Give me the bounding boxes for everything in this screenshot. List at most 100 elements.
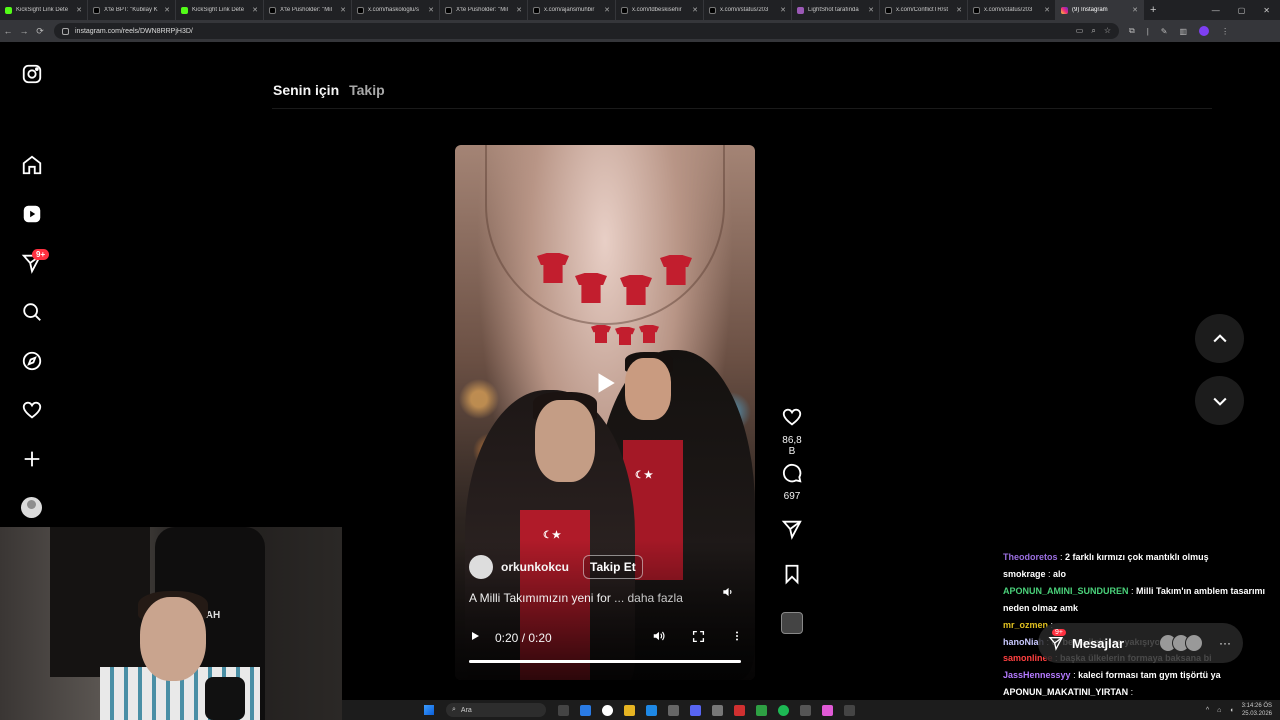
close-tab-icon[interactable]: ✕ <box>76 6 82 14</box>
progress-bar[interactable] <box>469 660 741 663</box>
browser-tab[interactable]: x.com/i/status/203 ✕ <box>704 0 792 20</box>
instagram-logo-icon[interactable] <box>20 62 44 86</box>
more-options-icon[interactable] <box>731 629 743 646</box>
extensions-icon[interactable]: ⧉ <box>1129 26 1135 36</box>
fullscreen-icon[interactable] <box>692 630 705 646</box>
chevron-up-icon[interactable]: ^ <box>1206 707 1209 714</box>
app-icon[interactable] <box>602 704 613 716</box>
zoom-icon[interactable]: ⌕ <box>1091 26 1095 36</box>
create-plus-icon[interactable] <box>20 447 44 471</box>
previous-reel-button[interactable] <box>1195 314 1244 363</box>
chat-username[interactable]: APONUN_MAKATINI_YIRTAN <box>1003 687 1128 697</box>
file-explorer-icon[interactable] <box>624 704 635 716</box>
browser-tab[interactable]: x.com/ConflictTR/st ✕ <box>880 0 968 20</box>
mute-toggle-icon[interactable] <box>721 585 735 599</box>
reload-icon[interactable]: ⟳ <box>32 26 48 37</box>
contact-avatar[interactable] <box>1185 634 1203 652</box>
network-icon[interactable]: ⌂ <box>1217 707 1221 714</box>
close-tab-icon[interactable]: ✕ <box>428 6 434 14</box>
messages-bar[interactable]: 9+ Mesajlar ··· <box>1038 623 1243 663</box>
app-icon[interactable] <box>712 704 723 716</box>
close-tab-icon[interactable]: ✕ <box>164 6 170 14</box>
maximize-icon[interactable]: ▢ <box>1238 6 1246 15</box>
windows-start-icon[interactable] <box>424 705 434 715</box>
app-icon[interactable] <box>800 704 811 716</box>
tab-for-you[interactable]: Senin için <box>273 82 339 98</box>
search-icon[interactable] <box>20 300 44 324</box>
volume-icon[interactable] <box>652 629 666 646</box>
close-tab-icon[interactable]: ✕ <box>1132 6 1138 14</box>
app-icon[interactable] <box>580 704 591 716</box>
chat-username[interactable]: smokrage <box>1003 569 1046 579</box>
menu-icon[interactable]: ⋮ <box>1221 27 1229 36</box>
author-avatar[interactable] <box>469 555 493 579</box>
address-bar[interactable]: instagram.com/reels/DWN8RRPjH3D/ ▭ ⌕ ☆ <box>54 23 1119 39</box>
extension-icon[interactable]: ✎ <box>1161 27 1168 36</box>
browser-tab[interactable]: (9) Instagram ✕ <box>1056 0 1144 20</box>
close-tab-icon[interactable]: ✕ <box>868 6 874 14</box>
more-options-icon[interactable]: ··· <box>1219 636 1231 650</box>
browser-tab[interactable]: KickSight Link Dete ✕ <box>176 0 264 20</box>
cast-icon[interactable]: ▭ <box>1076 26 1084 36</box>
explore-compass-icon[interactable] <box>20 349 44 373</box>
bookmark-star-icon[interactable]: ☆ <box>1104 26 1111 36</box>
app-icon[interactable] <box>756 704 767 716</box>
browser-tab[interactable]: x.com/haskologlu/s ✕ <box>352 0 440 20</box>
chat-username[interactable]: mr_ozmen <box>1003 620 1048 630</box>
comment-action[interactable]: 697 <box>778 462 806 502</box>
app-icon[interactable] <box>668 704 679 716</box>
close-tab-icon[interactable]: ✕ <box>956 6 962 14</box>
app-icon[interactable] <box>844 704 855 716</box>
follow-button[interactable]: Takip Et <box>583 555 643 579</box>
browser-tab[interactable]: X'te Pusholder: "Mil ✕ <box>264 0 352 20</box>
next-reel-button[interactable] <box>1195 376 1244 425</box>
share-icon[interactable] <box>778 518 806 545</box>
clock[interactable]: 3:14:26 ÖS 25.03.2026 <box>1242 702 1272 718</box>
author-username[interactable]: orkunkokcu <box>501 560 569 574</box>
close-window-icon[interactable]: ✕ <box>1263 6 1270 15</box>
taskbar-search[interactable]: ⌕ Ara <box>446 703 546 717</box>
app-icon[interactable] <box>822 704 833 716</box>
audio-thumbnail[interactable] <box>781 612 803 634</box>
browser-tab[interactable]: x.com/tdbeskisehir ✕ <box>616 0 704 20</box>
profile-avatar[interactable] <box>1199 26 1210 36</box>
chat-username[interactable]: Theodoretos <box>1003 552 1058 562</box>
sidepanel-icon[interactable]: ▥ <box>1180 27 1188 36</box>
heart-notifications-icon[interactable] <box>20 398 44 422</box>
close-tab-icon[interactable]: ✕ <box>1044 6 1050 14</box>
browser-tab[interactable]: X'te BPT: "Kubilay K ✕ <box>88 0 176 20</box>
like-action[interactable]: 86,8 B <box>778 406 806 457</box>
close-tab-icon[interactable]: ✕ <box>340 6 346 14</box>
task-view-icon[interactable] <box>558 704 569 716</box>
chat-username[interactable]: APONUN_AMINI_SUNDUREN <box>1003 586 1129 596</box>
close-tab-icon[interactable]: ✕ <box>604 6 610 14</box>
back-icon[interactable]: ← <box>0 26 16 36</box>
reel-video[interactable]: ☾★ ☾★ orkunkokcu Takip Et A Milli Takımı… <box>455 145 755 680</box>
reels-icon[interactable] <box>20 202 44 226</box>
browser-tab[interactable]: x.com/ajansmuhbir ✕ <box>528 0 616 20</box>
close-tab-icon[interactable]: ✕ <box>516 6 522 14</box>
volume-icon[interactable]: ◖ <box>1229 707 1233 714</box>
profile-avatar[interactable] <box>21 497 42 518</box>
edge-icon[interactable] <box>646 704 657 716</box>
browser-tab[interactable]: X'te Pusholder: "Mil ✕ <box>440 0 528 20</box>
site-info-icon[interactable] <box>62 27 69 35</box>
home-icon[interactable] <box>20 153 44 177</box>
chat-username[interactable]: JassHennessyy <box>1003 670 1071 680</box>
close-tab-icon[interactable]: ✕ <box>252 6 258 14</box>
close-tab-icon[interactable]: ✕ <box>692 6 698 14</box>
minimize-icon[interactable]: — <box>1212 6 1220 15</box>
play-icon[interactable] <box>469 630 481 645</box>
browser-tab[interactable]: KickSight Link Dete ✕ <box>0 0 88 20</box>
new-tab-icon[interactable]: + <box>1150 4 1156 16</box>
play-overlay-icon[interactable] <box>592 370 618 396</box>
save-bookmark-icon[interactable] <box>778 563 806 590</box>
app-icon[interactable] <box>734 704 745 716</box>
tab-following[interactable]: Takip <box>349 82 385 98</box>
spotify-icon[interactable] <box>778 704 789 716</box>
close-tab-icon[interactable]: ✕ <box>780 6 786 14</box>
more-link[interactable]: ... daha fazla <box>614 591 683 605</box>
forward-icon[interactable]: → <box>16 26 32 36</box>
browser-tab[interactable]: LightShot tarafında ✕ <box>792 0 880 20</box>
browser-tab[interactable]: x.com/i/status/203 ✕ <box>968 0 1056 20</box>
